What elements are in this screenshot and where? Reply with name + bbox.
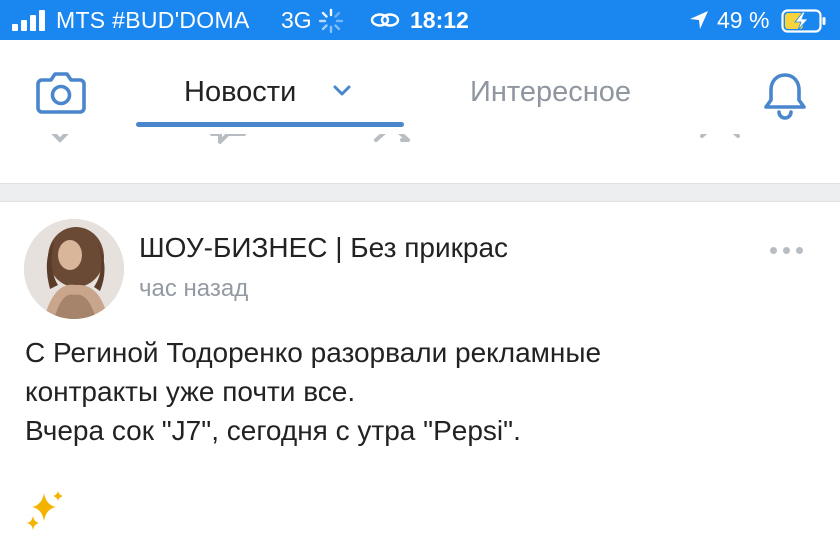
- tab-news-label: Новости: [184, 76, 297, 108]
- tab-interesting[interactable]: Интересное: [470, 76, 631, 109]
- cellular-signal-icon: [12, 9, 46, 31]
- like-icon[interactable]: [40, 134, 80, 150]
- clock: 18:12: [410, 7, 469, 33]
- bell-icon[interactable]: [762, 70, 808, 120]
- chevron-down-icon[interactable]: [332, 84, 352, 98]
- top-nav-bar: Новости Интересное: [0, 40, 840, 134]
- post-text-line: Вчера сок "J7", сегодня с утра "Pepsi".: [25, 415, 521, 446]
- feed-separator: [0, 183, 840, 202]
- post-timestamp: час назад: [139, 275, 249, 302]
- battery-percent: 49 %: [717, 7, 770, 33]
- avatar-photo: [24, 219, 124, 319]
- comment-icon[interactable]: [208, 134, 248, 150]
- link-icon: [370, 13, 400, 27]
- avatar[interactable]: [24, 219, 124, 319]
- status-bar: MTS #BUD'DOMA 3G 18:12 49 %: [0, 0, 840, 40]
- previous-post-actions: [0, 134, 840, 162]
- sparkles-emoji-icon: [27, 491, 63, 530]
- camera-icon[interactable]: [36, 70, 86, 114]
- network-type: 3G: [281, 7, 312, 33]
- carrier-name: MTS #BUD'DOMA: [56, 7, 250, 33]
- active-tab-indicator: [136, 122, 404, 127]
- post-text-line: С Региной Тодоренко разорвали рекламные: [25, 337, 602, 368]
- location-arrow-icon: [690, 11, 708, 29]
- battery-charging-icon: [781, 9, 826, 33]
- post-more-icon[interactable]: [770, 244, 804, 256]
- tab-news[interactable]: Новости: [136, 70, 404, 128]
- views-icon: [700, 134, 740, 138]
- post-text-line: контракты уже почти все.: [25, 376, 356, 407]
- post-body-text: С Региной Тодоренко разорвали рекламные …: [25, 333, 805, 450]
- activity-spinner-icon: [318, 8, 344, 34]
- share-icon[interactable]: [372, 134, 412, 150]
- post-author-name[interactable]: ШОУ-БИЗНЕС | Без прикрас: [139, 232, 508, 264]
